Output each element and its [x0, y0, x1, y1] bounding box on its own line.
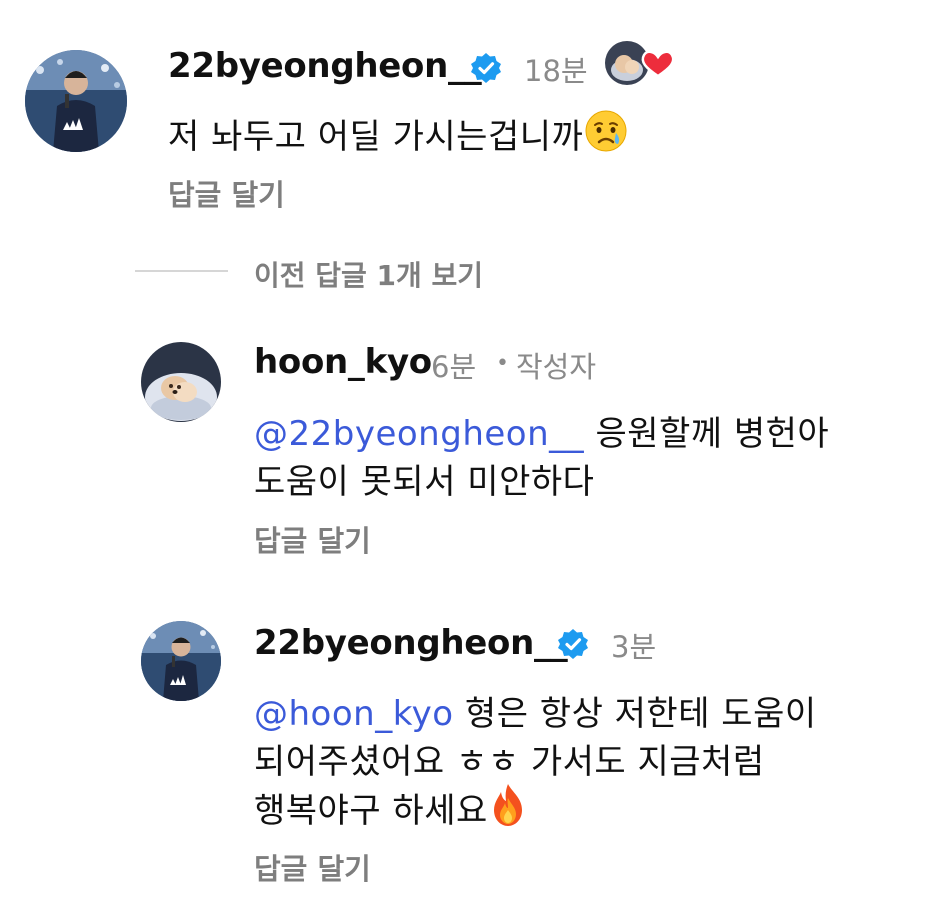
avatar-hoon-kyo[interactable]	[141, 342, 221, 422]
separator-dot: •	[496, 351, 509, 376]
reply-text-content: 도움이 못되서 미안하다	[254, 462, 595, 502]
verified-badge-icon	[470, 52, 502, 88]
reply-button[interactable]: 답글 달기	[168, 172, 285, 214]
comment-text: 저 놔두고 어딜 가시는겁니까	[168, 108, 629, 163]
fire-emoji-icon	[488, 782, 528, 837]
comment-text-content: 저 놔두고 어딜 가시는겁니까	[168, 117, 584, 157]
mention-link[interactable]: @hoon_kyo	[254, 694, 454, 734]
reply-username[interactable]: 22byeongheon__	[254, 623, 568, 663]
reply-text-line-2: 되어주셨어요 ㅎㅎ 가서도 지금처럼	[254, 734, 765, 783]
comment-thread: 22byeongheon__ 18분 저 놔두고 어딜 가시는겁니까 답글 달기…	[0, 0, 942, 918]
comment-timestamp: 18분	[524, 54, 588, 88]
crying-face-emoji-icon	[583, 108, 629, 163]
reply-text-content: 형은 항상 저한테 도움이	[453, 694, 817, 734]
reply-username[interactable]: hoon_kyo	[254, 342, 432, 382]
mention-link[interactable]: @22byeongheon__	[254, 414, 584, 454]
reply-button[interactable]: 답글 달기	[254, 846, 371, 888]
reply-timestamp: 6분	[431, 350, 477, 384]
author-tag: 작성자	[516, 350, 597, 384]
author-liked-icon	[602, 40, 678, 86]
avatar-22byeongheon[interactable]	[25, 50, 127, 152]
comment-username[interactable]: 22byeongheon__	[168, 46, 482, 86]
reply-button[interactable]: 답글 달기	[254, 518, 371, 560]
reply-timestamp: 3분	[611, 630, 657, 664]
reply-text-content: 응원할께 병헌아	[584, 414, 830, 454]
reply-text-line-2: 도움이 못되서 미안하다	[254, 454, 594, 503]
view-previous-replies-button[interactable]: 이전 답글 1개 보기	[254, 254, 483, 294]
reply-text-content: 되어주셨어요 ㅎㅎ 가서도 지금처럼	[254, 742, 765, 782]
reply-text-line-1: @hoon_kyo 형은 항상 저한테 도움이	[254, 686, 817, 735]
replies-divider	[135, 270, 228, 272]
reply-text-line-1: @22byeongheon__ 응원할께 병헌아	[254, 406, 829, 455]
avatar-22byeongheon[interactable]	[141, 621, 221, 701]
reply-text-line-3: 행복야구 하세요	[254, 782, 528, 837]
reply-text-content: 행복야구 하세요	[254, 791, 488, 831]
verified-badge-icon	[557, 628, 589, 664]
